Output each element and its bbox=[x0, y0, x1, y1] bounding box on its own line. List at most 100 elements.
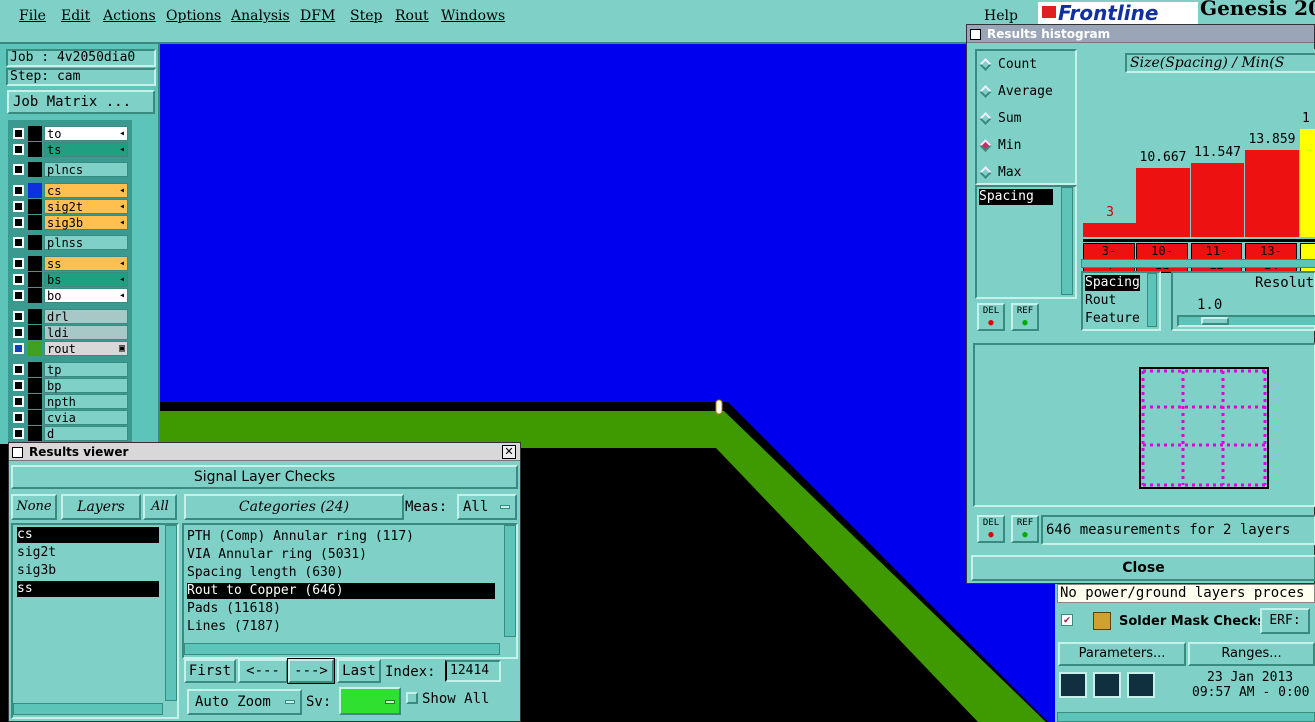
menu-dfm[interactable]: DFM bbox=[300, 8, 335, 24]
category-list-vscroll[interactable] bbox=[504, 525, 516, 637]
layer-row-rout[interactable]: rout ▣ bbox=[10, 341, 128, 356]
solder-mask-checkbox[interactable]: ✔ bbox=[1061, 614, 1073, 626]
category-item[interactable]: Pads (11618) bbox=[187, 601, 495, 617]
layer-result-item[interactable]: sig3b bbox=[17, 563, 159, 579]
close-button[interactable]: Close bbox=[971, 555, 1315, 581]
layer-row-sig2t[interactable]: sig2t ◂ bbox=[10, 199, 128, 214]
layer-checkbox[interactable] bbox=[13, 396, 24, 407]
menu-rout[interactable]: Rout bbox=[395, 8, 429, 24]
field-item[interactable]: Spacing bbox=[1085, 275, 1140, 291]
layer-checkbox[interactable] bbox=[13, 364, 24, 375]
index-input[interactable]: 12414 bbox=[445, 660, 501, 682]
layer-name[interactable]: bp bbox=[44, 378, 128, 393]
next-button[interactable]: ---> bbox=[287, 658, 335, 684]
layer-checkbox[interactable] bbox=[13, 290, 24, 301]
layer-name[interactable]: to bbox=[44, 126, 128, 141]
last-button[interactable]: Last bbox=[337, 659, 381, 683]
run-step-icon[interactable] bbox=[1127, 672, 1155, 698]
category-item[interactable]: Lines (7187) bbox=[187, 619, 495, 635]
close-icon[interactable]: ✕ bbox=[502, 445, 516, 459]
layer-list-vscroll[interactable] bbox=[165, 525, 177, 701]
layer-checkbox[interactable] bbox=[13, 237, 24, 248]
layer-name[interactable]: drl bbox=[44, 309, 128, 324]
layer-row-ts[interactable]: ts ◂ bbox=[10, 142, 128, 157]
layer-row-npth[interactable]: npth bbox=[10, 394, 128, 409]
layer-checkbox[interactable] bbox=[13, 144, 24, 155]
job-matrix-button[interactable]: Job Matrix ... bbox=[7, 90, 155, 114]
layer-name[interactable]: tp bbox=[44, 362, 128, 377]
layer-checkbox[interactable] bbox=[13, 327, 24, 338]
layer-row-ldi[interactable]: ldi bbox=[10, 325, 128, 340]
layer-row-cvia[interactable]: cvia bbox=[10, 410, 128, 425]
category-item[interactable]: VIA Annular ring (5031) bbox=[187, 547, 495, 563]
ranges-button[interactable]: Ranges... bbox=[1188, 642, 1315, 666]
window-menu-icon[interactable] bbox=[12, 447, 23, 458]
field-item[interactable]: Feature bbox=[1085, 311, 1140, 327]
ref-button[interactable]: REF ● bbox=[1011, 303, 1039, 331]
field-list-vscroll[interactable] bbox=[1147, 273, 1157, 327]
checks-hscroll[interactable] bbox=[1057, 712, 1315, 722]
parameters-button[interactable]: Parameters... bbox=[1058, 642, 1186, 666]
sv-color-select[interactable] bbox=[339, 687, 401, 715]
layer-checkbox[interactable] bbox=[13, 380, 24, 391]
layer-checkbox[interactable] bbox=[13, 343, 24, 354]
mode-average-radio[interactable]: Average bbox=[979, 84, 1053, 99]
layer-name[interactable]: npth bbox=[44, 394, 128, 409]
layer-list-hscroll[interactable] bbox=[13, 703, 163, 715]
layer-name[interactable]: sig3b bbox=[44, 215, 128, 230]
all-button[interactable]: All bbox=[143, 494, 177, 520]
menu-windows[interactable]: Windows bbox=[441, 8, 505, 24]
measure-item-spacing[interactable]: Spacing bbox=[979, 189, 1053, 205]
menu-file[interactable]: File bbox=[19, 8, 46, 24]
layer-name[interactable]: ts bbox=[44, 142, 128, 157]
layer-name[interactable]: plncs bbox=[44, 162, 128, 177]
layer-row-cs[interactable]: cs ◂ bbox=[10, 183, 128, 198]
layer-checkbox[interactable] bbox=[13, 128, 24, 139]
field-item[interactable]: Rout bbox=[1085, 293, 1116, 309]
run-icon[interactable] bbox=[1059, 672, 1087, 698]
category-item[interactable]: PTH (Comp) Annular ring (117) bbox=[187, 529, 495, 545]
layer-checkbox[interactable] bbox=[13, 428, 24, 439]
layer-row-bs[interactable]: bs ◂ bbox=[10, 272, 128, 287]
layer-row-sig3b[interactable]: sig3b ◂ bbox=[10, 215, 128, 230]
none-button[interactable]: None bbox=[11, 494, 57, 520]
layer-list-scrollbar[interactable] bbox=[134, 120, 158, 444]
window-menu-icon[interactable] bbox=[970, 29, 981, 40]
run-area-icon[interactable] bbox=[1093, 672, 1121, 698]
slider-handle[interactable] bbox=[1201, 317, 1229, 325]
layer-result-item[interactable]: ss bbox=[17, 581, 159, 597]
show-all-checkbox[interactable] bbox=[406, 692, 418, 704]
histogram-bar[interactable] bbox=[1191, 163, 1244, 237]
layer-name[interactable]: rout bbox=[44, 341, 128, 356]
menu-actions[interactable]: Actions bbox=[103, 8, 156, 24]
layer-row-tp[interactable]: tp bbox=[10, 362, 128, 377]
mode-min-radio[interactable]: Min bbox=[979, 138, 1021, 153]
del-button[interactable]: DEL ● bbox=[977, 303, 1005, 331]
histogram-bar[interactable] bbox=[1136, 168, 1190, 237]
resolution-slider[interactable] bbox=[1177, 315, 1315, 327]
layer-checkbox[interactable] bbox=[13, 185, 24, 196]
category-list-hscroll[interactable] bbox=[184, 643, 500, 655]
layer-checkbox[interactable] bbox=[13, 274, 24, 285]
layer-checkbox[interactable] bbox=[13, 311, 24, 322]
menu-step[interactable]: Step bbox=[350, 8, 382, 24]
preview-del-button[interactable]: DEL ● bbox=[977, 515, 1005, 543]
layer-name[interactable]: ss bbox=[44, 256, 128, 271]
menu-analysis[interactable]: Analysis bbox=[231, 8, 290, 24]
layer-row-to[interactable]: to ◂ bbox=[10, 126, 128, 141]
mode-max-radio[interactable]: Max bbox=[979, 165, 1021, 180]
layer-checkbox[interactable] bbox=[13, 164, 24, 175]
signal-layer-checks-button[interactable]: Signal Layer Checks bbox=[11, 465, 518, 489]
layer-name[interactable]: bs bbox=[44, 272, 128, 287]
menu-help[interactable]: Help bbox=[984, 8, 1018, 24]
layer-row-drl[interactable]: drl bbox=[10, 309, 128, 324]
measure-list-vscroll[interactable] bbox=[1061, 187, 1073, 295]
categories-button[interactable]: Categories (24) bbox=[184, 494, 404, 520]
mode-sum-radio[interactable]: Sum bbox=[979, 111, 1021, 126]
histogram-bar[interactable] bbox=[1083, 223, 1137, 237]
layer-name[interactable]: bo bbox=[44, 288, 128, 303]
chart-hscroll[interactable] bbox=[1081, 259, 1315, 268]
layer-name[interactable]: sig2t bbox=[44, 199, 128, 214]
layer-checkbox[interactable] bbox=[13, 258, 24, 269]
layer-name[interactable]: ldi bbox=[44, 325, 128, 340]
